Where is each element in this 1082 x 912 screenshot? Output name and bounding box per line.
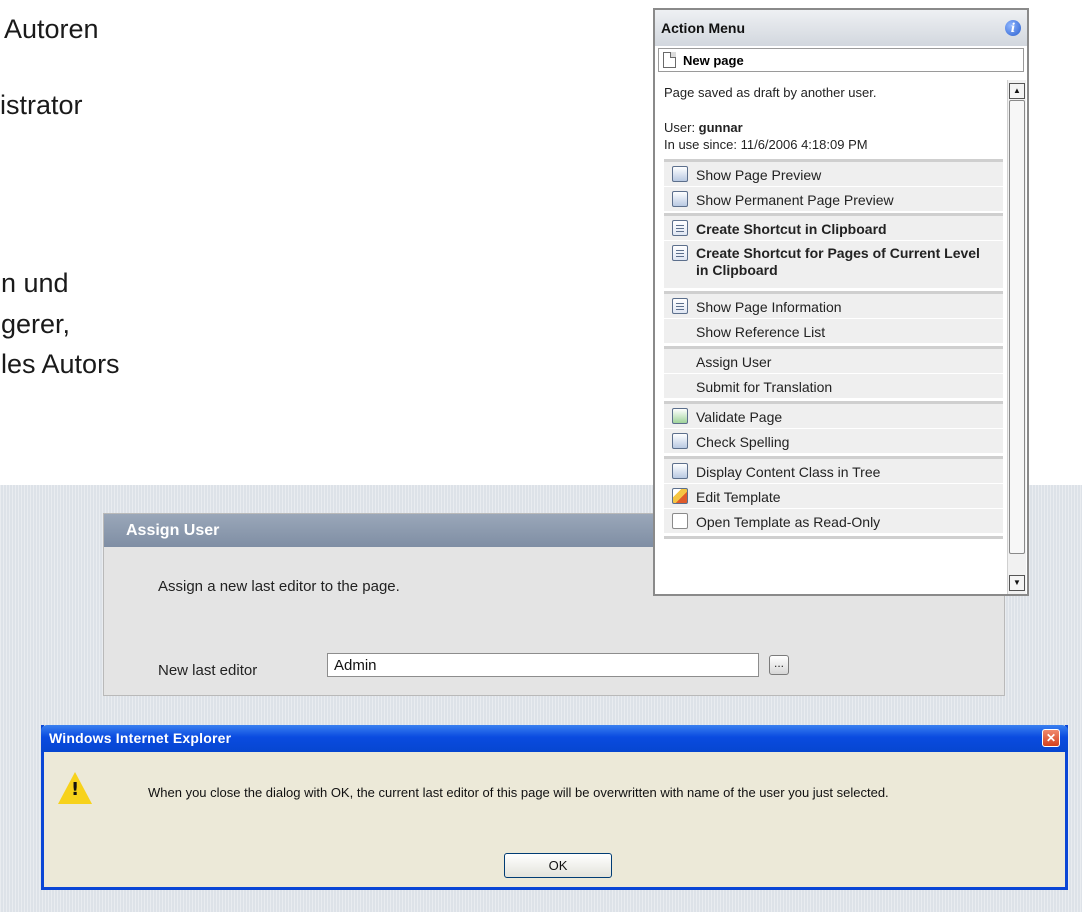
user-name: gunnar [698, 120, 743, 135]
slide-text-line: gerer, [1, 309, 71, 339]
slide-text-line: Autoren [4, 14, 99, 44]
validate-icon [672, 408, 688, 424]
menu-item-submit-for-translation[interactable]: Submit for Translation [664, 374, 1003, 399]
scroll-down-icon[interactable]: ▼ [1009, 575, 1025, 591]
menu-item-label: Assign User [696, 354, 772, 370]
info-icon[interactable]: i [1005, 20, 1021, 36]
action-menu-list: Page saved as draft by another user. Use… [655, 76, 1005, 594]
slide-text-line: n und [1, 268, 69, 298]
new-last-editor-field[interactable]: Admin [327, 653, 759, 677]
page-name-bar: New page [658, 48, 1024, 72]
menu-item-check-spelling[interactable]: Check Spelling [664, 429, 1003, 454]
action-menu: Action Menu i New page Page saved as dra… [653, 8, 1029, 596]
scrollbar-thumb[interactable] [1009, 100, 1025, 554]
action-menu-title: Action Menu [661, 20, 745, 36]
content-class-icon [672, 463, 688, 479]
menu-item-validate-page[interactable]: Validate Page [664, 404, 1003, 429]
menu-divider [664, 536, 1003, 539]
in-use-since: In use since: 11/6/2006 4:18:09 PM [664, 137, 868, 152]
ie-alert-title: Windows Internet Explorer [49, 730, 232, 746]
close-icon[interactable]: ✕ [1042, 729, 1060, 747]
menu-item-assign-user[interactable]: Assign User [664, 349, 1003, 374]
menu-item-open-template-read-only[interactable]: Open Template as Read-Only [664, 509, 1003, 534]
page-info-icon [672, 298, 688, 314]
menu-item-show-page-information[interactable]: Show Page Information [664, 294, 1003, 319]
page-status-text: Page saved as draft by another user. [664, 85, 877, 100]
ok-button[interactable]: OK [504, 853, 612, 878]
permanent-preview-icon [672, 191, 688, 207]
menu-item-label: Display Content Class in Tree [696, 464, 881, 480]
menu-item-edit-template[interactable]: Edit Template [664, 484, 1003, 509]
menu-item-label: Create Shortcut in Clipboard [696, 221, 887, 237]
scroll-up-icon[interactable]: ▲ [1009, 83, 1025, 99]
read-only-icon [672, 513, 688, 529]
menu-item-label: Open Template as Read-Only [696, 514, 881, 530]
page-user-info: User: gunnar [664, 120, 743, 135]
menu-item-label: Show Reference List [696, 324, 826, 340]
menu-item-display-content-class[interactable]: Display Content Class in Tree [664, 459, 1003, 484]
menu-item-label: Check Spelling [696, 434, 790, 450]
menu-item-label: Show Page Preview [696, 167, 822, 183]
preview-icon [672, 166, 688, 182]
menu-item-create-shortcut-current-level[interactable]: Create Shortcut for Pages of Current Lev… [664, 241, 1003, 289]
menu-item-label: Show Permanent Page Preview [696, 192, 894, 208]
menu-item-label: Submit for Translation [696, 379, 833, 395]
menu-item-label: Edit Template [696, 489, 781, 505]
menu-item-show-reference-list[interactable]: Show Reference List [664, 319, 1003, 344]
user-label: User: [664, 120, 699, 135]
action-menu-header: Action Menu i [655, 10, 1027, 46]
menu-item-label: Create Shortcut for Pages of Current Lev… [696, 245, 980, 278]
action-menu-scrollbar[interactable]: ▲ ▼ [1007, 80, 1026, 594]
slide-text-line: istrator [0, 90, 83, 120]
menu-item-show-permanent-page-preview[interactable]: Show Permanent Page Preview [664, 187, 1003, 212]
browse-user-button[interactable]: ... [769, 655, 789, 675]
clipboard-icon [672, 220, 688, 236]
page-name: New page [683, 53, 744, 68]
slide-text-line: les Autors [1, 349, 120, 379]
ie-alert-titlebar: Windows Internet Explorer ✕ [41, 725, 1068, 752]
new-last-editor-label: New last editor [158, 662, 258, 679]
clipboard-icon [672, 245, 688, 261]
menu-item-label: Show Page Information [696, 299, 842, 315]
pencil-icon [672, 488, 688, 504]
ie-alert-dialog: Windows Internet Explorer ✕ ! When you c… [41, 725, 1068, 890]
page-icon [663, 52, 676, 68]
menu-item-create-shortcut[interactable]: Create Shortcut in Clipboard [664, 216, 1003, 241]
spelling-icon [672, 433, 688, 449]
menu-item-label: Validate Page [696, 409, 783, 425]
menu-item-show-page-preview[interactable]: Show Page Preview [664, 162, 1003, 187]
assign-user-description: Assign a new last editor to the page. [158, 578, 400, 595]
warning-exclamation-icon: ! [71, 779, 80, 800]
ie-alert-message: When you close the dialog with OK, the c… [148, 785, 889, 800]
